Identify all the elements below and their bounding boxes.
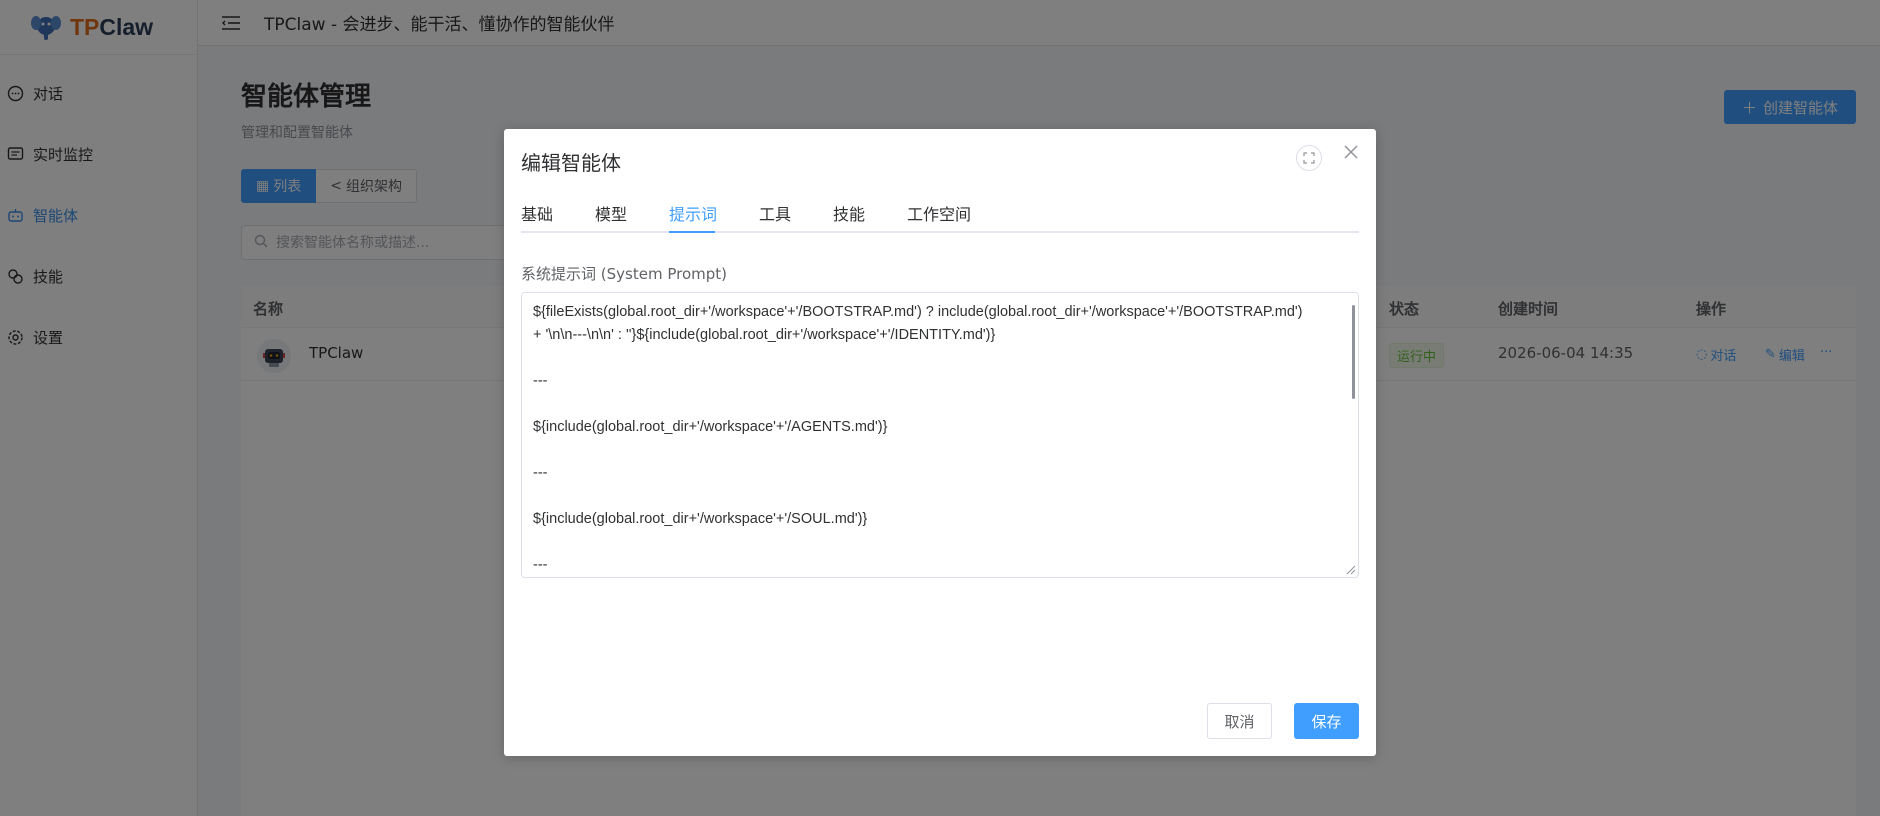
system-prompt-content[interactable]: ${fileExists(global.root_dir+'/workspace… xyxy=(533,301,1338,577)
save-button[interactable]: 保存 xyxy=(1294,703,1359,739)
tab-basic[interactable]: 基础 xyxy=(521,201,553,233)
tab-workspace[interactable]: 工作空间 xyxy=(907,201,971,233)
textarea-scrollbar[interactable] xyxy=(1352,305,1355,399)
tab-skills[interactable]: 技能 xyxy=(833,201,865,233)
cancel-button[interactable]: 取消 xyxy=(1207,703,1272,739)
resize-grip-icon[interactable] xyxy=(1344,563,1356,575)
active-tab-indicator xyxy=(669,231,715,233)
close-icon[interactable] xyxy=(1342,143,1360,161)
dialog-title: 编辑智能体 xyxy=(521,151,621,175)
system-prompt-label: 系统提示词 (System Prompt) xyxy=(521,265,727,283)
fullscreen-icon[interactable] xyxy=(1296,145,1322,171)
tab-prompt[interactable]: 提示词 xyxy=(669,201,717,233)
tab-model[interactable]: 模型 xyxy=(595,201,627,233)
dialog-tabs: 基础 模型 提示词 工具 技能 工作空间 xyxy=(521,201,1359,233)
tab-tools[interactable]: 工具 xyxy=(759,201,791,233)
edit-agent-dialog: 编辑智能体 基础 模型 提示词 工具 技能 工作空间 系统提示词 (System… xyxy=(504,129,1376,756)
system-prompt-textarea[interactable]: ${fileExists(global.root_dir+'/workspace… xyxy=(521,292,1359,578)
